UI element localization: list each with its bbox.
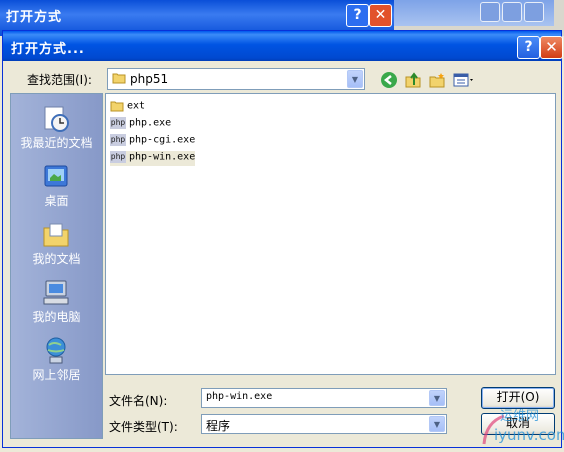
file-name: php-win.exe [129, 151, 196, 163]
help-button[interactable]: ? [517, 36, 540, 59]
look-in-value: php51 [130, 72, 169, 86]
file-type-label: 文件类型(T): [109, 420, 178, 434]
background-help-button[interactable]: ? [346, 4, 369, 27]
list-item[interactable]: ext [110, 100, 145, 115]
my-computer-icon [41, 278, 71, 308]
background-maximize-icon[interactable] [502, 2, 522, 22]
chevron-down-icon[interactable]: ▼ [347, 70, 363, 88]
list-item-selected[interactable]: php php-win.exe [110, 151, 196, 166]
list-item[interactable]: php php-cgi.exe [110, 134, 195, 149]
background-minimize-icon[interactable] [480, 2, 500, 22]
folder-icon [112, 72, 126, 84]
dialog-title: 打开方式... [11, 42, 85, 57]
open-with-dialog: 打开方式... ? ✕ 查找范围(I): php51 ▼ 我最近的文档 桌面 我… [2, 30, 563, 448]
place-label: 我的文档 [32, 252, 81, 266]
background-window-bar [394, 0, 554, 26]
file-type-combo[interactable]: 程序 ▼ [201, 414, 447, 434]
chevron-down-icon[interactable]: ▼ [429, 390, 445, 406]
new-folder-icon[interactable] [427, 71, 447, 91]
dialog-titlebar: 打开方式... ? ✕ [3, 31, 563, 61]
place-desktop[interactable]: 桌面 [11, 158, 102, 210]
folder-icon [110, 100, 124, 112]
view-menu-icon[interactable] [451, 71, 477, 91]
place-network[interactable]: 网上邻居 [11, 332, 102, 384]
place-my-documents[interactable]: 我的文档 [11, 216, 102, 268]
file-name: php.exe [129, 117, 172, 129]
place-recent-documents[interactable]: 我最近的文档 [11, 100, 102, 152]
exe-file-icon: php [110, 151, 126, 163]
close-button[interactable]: ✕ [540, 36, 563, 59]
place-label: 我最近的文档 [20, 136, 93, 150]
background-close-icon[interactable] [524, 2, 544, 22]
place-label: 网上邻居 [32, 368, 81, 382]
list-item[interactable]: php php.exe [110, 117, 171, 132]
file-name: ext [127, 100, 146, 112]
file-name: php-cgi.exe [129, 134, 196, 146]
exe-file-icon: php [110, 134, 126, 146]
background-close-button[interactable]: ✕ [369, 4, 392, 27]
watermark-bottom-text: iyunv.com [494, 426, 564, 444]
exe-file-icon: php [110, 117, 126, 129]
recent-documents-icon [41, 104, 71, 134]
look-in-combo[interactable]: php51 ▼ [107, 68, 365, 90]
file-name-input[interactable]: php-win.exe [206, 391, 272, 402]
background-window-title: 打开方式 [6, 10, 63, 25]
desktop-icon [41, 162, 71, 192]
file-name-combo[interactable]: php-win.exe ▼ [201, 388, 447, 408]
watermark: 运维网 iyunv.com [480, 404, 564, 448]
watermark-logo-icon: 运维网 iyunv.com [482, 409, 564, 445]
chevron-down-icon[interactable]: ▼ [429, 416, 445, 432]
place-my-computer[interactable]: 我的电脑 [11, 274, 102, 326]
look-in-label: 查找范围(I): [27, 73, 92, 87]
places-bar: 我最近的文档 桌面 我的文档 我的电脑 网上邻居 [10, 93, 103, 439]
place-label: 桌面 [44, 194, 69, 208]
back-icon[interactable] [379, 71, 399, 91]
watermark-top-text: 运维网 [500, 409, 539, 424]
file-list[interactable]: ext php php.exe php php-cgi.exe php php-win… [105, 93, 556, 375]
file-type-value: 程序 [206, 419, 231, 433]
network-places-icon [41, 336, 71, 366]
place-label: 我的电脑 [32, 310, 81, 324]
up-folder-icon[interactable] [403, 71, 423, 91]
file-name-label: 文件名(N): [109, 394, 168, 408]
my-documents-icon [41, 220, 71, 250]
